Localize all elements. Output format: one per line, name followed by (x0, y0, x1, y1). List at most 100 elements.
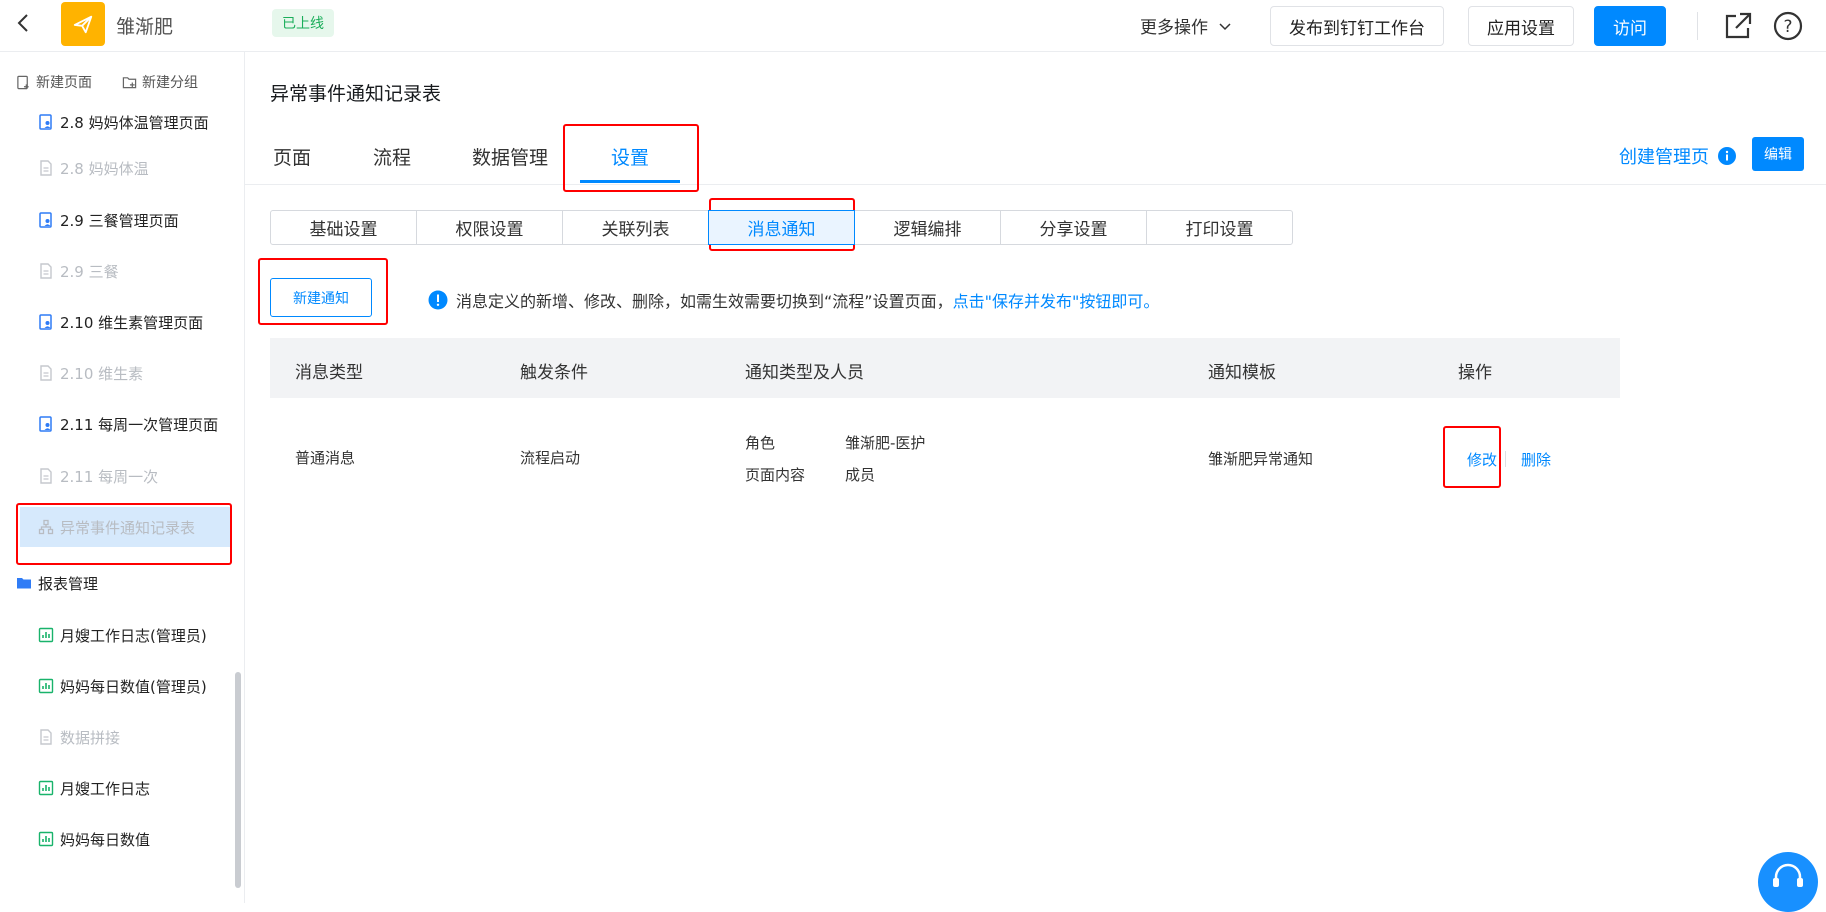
sidebar-item-weekly[interactable]: 2.11 每周一次 (20, 456, 230, 496)
visit-button[interactable]: 访问 (1594, 6, 1666, 46)
sidebar-item-vitamin[interactable]: 2.10 维生素 (20, 353, 230, 393)
form-page-icon (40, 365, 52, 381)
new-page-icon (17, 75, 29, 89)
app-settings-button[interactable]: 应用设置 (1468, 6, 1574, 46)
subtab-message-notification[interactable]: 消息通知 (708, 210, 855, 245)
notice-text: 消息定义的新增、修改、删除，如需生效需要切换到“流程”设置页面， (456, 292, 953, 311)
column-header-template: 通知模板 (1208, 363, 1276, 383)
sidebar-item-label: 妈妈每日数值(管理员) (60, 677, 207, 696)
sidebar-item-maternal-temp[interactable]: 2.8 妈妈体温 (20, 148, 230, 188)
publish-dingtalk-button[interactable]: 发布到钉钉工作台 (1270, 6, 1444, 46)
airplane-icon (73, 15, 93, 34)
subtab-related-list[interactable]: 关联列表 (562, 210, 709, 245)
sidebar: 新建页面 新建分组 2.8 妈妈体温管理页面 2.8 妈妈体温 2.9 三餐管理… (0, 52, 245, 903)
delete-link[interactable]: 删除 (1521, 449, 1551, 470)
workflow-icon (38, 519, 54, 535)
sidebar-item-weekly-admin[interactable]: 2.11 每周一次管理页面 (20, 404, 230, 444)
report-chart-icon (38, 627, 54, 643)
report-chart-icon (38, 678, 54, 694)
top-bar: 雏渐肥 已上线 更多操作 发布到钉钉工作台 应用设置 访问 ? (0, 0, 1826, 52)
help-icon[interactable]: ? (1772, 10, 1804, 42)
status-badge: 已上线 (272, 9, 334, 37)
sidebar-item-label: 2.10 维生素管理页面 (60, 313, 204, 332)
sidebar-item-maternal-temp-admin[interactable]: 2.8 妈妈体温管理页面 (20, 102, 230, 142)
new-notification-button[interactable]: 新建通知 (270, 278, 372, 317)
create-admin-page-label: 创建管理页 (1619, 147, 1709, 168)
report-chart-icon (38, 780, 54, 796)
admin-page-icon (39, 114, 52, 130)
sidebar-item-label: 2.11 每周一次 (60, 467, 159, 486)
back-arrow-icon[interactable] (12, 11, 36, 35)
cell-trigger: 流程启动 (520, 449, 581, 467)
admin-page-icon (39, 212, 52, 228)
sidebar-item-label: 数据拼接 (60, 728, 121, 747)
column-header-notify-recipients: 通知类型及人员 (745, 363, 864, 383)
sidebar-item-mom-daily-admin[interactable]: 妈妈每日数值(管理员) (20, 666, 230, 706)
form-page-icon (40, 263, 52, 279)
page-title: 异常事件通知记录表 (270, 83, 442, 105)
sidebar-scrollbar[interactable] (235, 672, 241, 888)
tabs-divider (245, 184, 1826, 185)
tab-settings[interactable]: 设置 (611, 143, 649, 170)
sidebar-item-label: 2.9 三餐管理页面 (60, 211, 179, 230)
customer-service-button[interactable] (1758, 852, 1818, 912)
chevron-down-icon (1219, 22, 1231, 30)
app-logo (61, 2, 105, 46)
tab-process[interactable]: 流程 (373, 143, 411, 170)
sidebar-actions: 新建页面 新建分组 (16, 72, 198, 92)
subtab-permission-settings[interactable]: 权限设置 (416, 210, 563, 245)
tab-page[interactable]: 页面 (273, 143, 311, 170)
sidebar-item-meals-admin[interactable]: 2.9 三餐管理页面 (20, 200, 230, 240)
sidebar-item-label: 2.8 妈妈体温 (60, 159, 149, 178)
sidebar-item-label: 报表管理 (38, 574, 99, 593)
more-operations-label: 更多操作 (1140, 18, 1208, 38)
subtab-print-settings[interactable]: 打印设置 (1146, 210, 1293, 245)
cell-content-label: 页面内容 (745, 466, 806, 484)
sidebar-item-label: 2.10 维生素 (60, 364, 144, 383)
subtab-logic-orchestration[interactable]: 逻辑编排 (854, 210, 1001, 245)
action-divider (1505, 451, 1506, 467)
report-chart-icon (38, 831, 54, 847)
cell-role-value: 雏渐肥-医护 (845, 434, 926, 452)
new-group-label: 新建分组 (142, 75, 198, 91)
tab-data-management[interactable]: 数据管理 (472, 143, 548, 170)
active-tab-indicator (580, 180, 680, 183)
sidebar-item-label: 月嫂工作日志(管理员) (60, 626, 207, 645)
table-header: 消息类型 触发条件 通知类型及人员 通知模板 操作 (270, 338, 1620, 398)
sidebar-group-reports[interactable]: 报表管理 (14, 563, 224, 603)
column-header-actions: 操作 (1458, 363, 1492, 383)
notice-bar: 消息定义的新增、修改、删除，如需生效需要切换到“流程”设置页面， 点击"保存并发… (428, 288, 1159, 312)
new-group-button[interactable]: 新建分组 (122, 72, 198, 92)
modify-link[interactable]: 修改 (1467, 449, 1497, 470)
subtab-basic-settings[interactable]: 基础设置 (270, 210, 417, 245)
sidebar-item-vitamin-admin[interactable]: 2.10 维生素管理页面 (20, 302, 230, 342)
sidebar-item-label: 月嫂工作日志 (60, 779, 151, 798)
create-admin-page-link[interactable]: 创建管理页 (1619, 143, 1737, 169)
form-page-icon (40, 729, 52, 745)
sidebar-item-abnormal-event[interactable]: 异常事件通知记录表 (20, 507, 230, 547)
more-operations-dropdown[interactable]: 更多操作 (1140, 13, 1232, 38)
sidebar-item-meals[interactable]: 2.9 三餐 (20, 251, 230, 291)
subtab-share-settings[interactable]: 分享设置 (1000, 210, 1147, 245)
sidebar-item-label: 2.11 每周一次管理页面 (60, 415, 219, 434)
new-page-button[interactable]: 新建页面 (16, 72, 92, 92)
sidebar-item-nanny-log[interactable]: 月嫂工作日志 (20, 768, 230, 808)
sidebar-item-label: 2.8 妈妈体温管理页面 (60, 113, 209, 132)
form-page-icon (40, 160, 52, 176)
form-page-icon (40, 468, 52, 484)
cell-message-type: 普通消息 (295, 449, 356, 467)
cell-role-label: 角色 (745, 434, 776, 452)
new-folder-icon (122, 76, 137, 88)
settings-subtabs: 基础设置 权限设置 关联列表 消息通知 逻辑编排 分享设置 打印设置 (270, 210, 1293, 245)
external-link-icon[interactable] (1722, 10, 1754, 42)
save-publish-link[interactable]: 点击"保存并发布"按钮即可。 (953, 288, 1160, 312)
edit-button[interactable]: 编辑 (1752, 137, 1804, 171)
sidebar-item-data-join[interactable]: 数据拼接 (20, 717, 230, 757)
exclamation-icon (428, 290, 448, 310)
cell-template: 雏渐肥异常通知 (1208, 450, 1314, 468)
app-name: 雏渐肥 (116, 16, 174, 38)
admin-page-icon (39, 416, 52, 432)
sidebar-item-label: 妈妈每日数值 (60, 830, 151, 849)
sidebar-item-nanny-log-admin[interactable]: 月嫂工作日志(管理员) (20, 615, 230, 655)
sidebar-item-mom-daily[interactable]: 妈妈每日数值 (20, 819, 230, 859)
